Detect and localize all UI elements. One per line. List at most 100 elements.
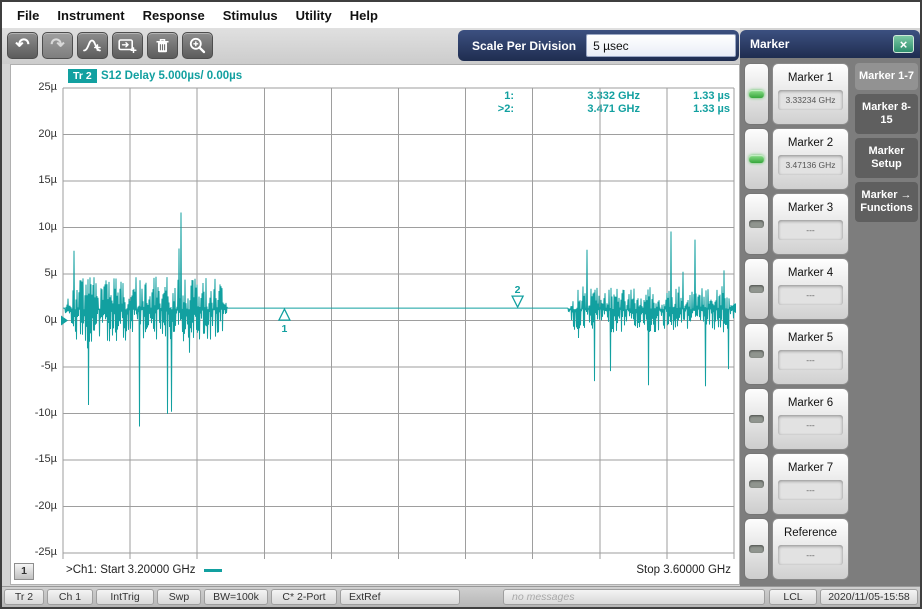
marker-toggle[interactable] <box>744 63 769 125</box>
screen-capture-button[interactable] <box>112 32 143 59</box>
marker-toggle[interactable] <box>744 193 769 255</box>
instrument-window: File Instrument Response Stimulus Utilit… <box>0 0 922 609</box>
marker-button-value: --- <box>778 480 843 500</box>
marker-button-value: 3.47136 GHz <box>778 155 843 175</box>
trace-marker-label: 2 <box>515 284 521 296</box>
add-marker-icon <box>83 38 102 53</box>
menu-bar: File Instrument Response Stimulus Utilit… <box>2 2 920 28</box>
y-axis-label: -5µ <box>11 360 57 372</box>
marker-toggle[interactable] <box>744 323 769 385</box>
led-indicator-icon <box>749 155 764 163</box>
marker-toggle[interactable] <box>744 453 769 515</box>
marker-button-label: Marker 4 <box>788 267 833 279</box>
marker-button-value: --- <box>778 220 843 240</box>
y-axis-label: 0µ <box>11 314 57 326</box>
status-message: no messages <box>503 589 765 605</box>
y-axis-label: -15µ <box>11 453 57 465</box>
trace-marker-2[interactable] <box>512 296 523 307</box>
marker-tabs: Marker 1-7 Marker 8-15 Marker Setup Mark… <box>855 63 918 222</box>
x-axis-ticks <box>63 553 734 559</box>
trace-marker-label: 1 <box>282 323 288 335</box>
marker-panel-title: Marker <box>750 37 789 51</box>
y-axis-label: -25µ <box>11 546 57 558</box>
marker-toggle[interactable] <box>744 388 769 450</box>
y-axis-label: 20µ <box>11 128 57 140</box>
marker-tab-8-15[interactable]: Marker 8-15 <box>855 94 918 134</box>
marker-3-button[interactable]: Marker 3 --- <box>772 193 849 255</box>
marker-tab-functions[interactable]: Marker → Functions <box>855 182 918 222</box>
status-bar: Tr 2 Ch 1 IntTrig Swp BW=100k C* 2-Port … <box>2 586 920 607</box>
marker-2-button[interactable]: Marker 2 3.47136 GHz <box>772 128 849 190</box>
marker-button-value: --- <box>778 545 843 565</box>
menu-stimulus[interactable]: Stimulus <box>214 8 287 23</box>
marker-button-label: Marker 3 <box>788 202 833 214</box>
marker-row: Marker 3 --- <box>744 193 849 255</box>
led-indicator-icon <box>749 220 764 228</box>
status-cal: C* 2-Port <box>271 589 337 605</box>
scale-per-division-bar: Scale Per Division <box>458 30 739 61</box>
status-bandwidth: BW=100k <box>204 589 268 605</box>
status-extref: ExtRef <box>340 589 460 605</box>
close-button[interactable]: × <box>893 35 914 53</box>
marker-panel-body: Marker 1 3.33234 GHz Marker 2 3.47136 GH… <box>740 58 920 586</box>
led-indicator-icon <box>749 285 764 293</box>
marker-row: Marker 6 --- <box>744 388 849 450</box>
marker-toggle[interactable] <box>744 258 769 320</box>
marker-row: Marker 7 --- <box>744 453 849 515</box>
zoom-in-button[interactable] <box>182 32 213 59</box>
redo-button[interactable]: ↷ <box>42 32 73 59</box>
marker-6-button[interactable]: Marker 6 --- <box>772 388 849 450</box>
menu-response[interactable]: Response <box>134 8 214 23</box>
reference-level-arrow-icon <box>61 316 68 326</box>
led-indicator-icon <box>749 350 764 358</box>
menu-help[interactable]: Help <box>341 8 387 23</box>
plot-canvas[interactable]: 12 <box>11 65 739 584</box>
marker-tab-1-7[interactable]: Marker 1-7 <box>855 63 918 90</box>
menu-file[interactable]: File <box>8 8 48 23</box>
marker-4-button[interactable]: Marker 4 --- <box>772 258 849 320</box>
marker-button-label: Marker 6 <box>788 397 833 409</box>
delete-button[interactable] <box>147 32 178 59</box>
marker-button-value: --- <box>778 415 843 435</box>
redo-icon: ↷ <box>50 36 64 53</box>
marker-row: Marker 2 3.47136 GHz <box>744 128 849 190</box>
marker-button-label: Marker 7 <box>788 462 833 474</box>
y-axis-label: -20µ <box>11 500 57 512</box>
reference-marker-button[interactable]: Reference --- <box>772 518 849 580</box>
marker-button-label: Marker 5 <box>788 332 833 344</box>
menu-instrument[interactable]: Instrument <box>48 8 133 23</box>
marker-row: Marker 4 --- <box>744 258 849 320</box>
marker-row: Marker 5 --- <box>744 323 849 385</box>
status-trace: Tr 2 <box>4 589 44 605</box>
toolbar: ↶ ↷ <box>2 28 740 64</box>
y-axis-label: 5µ <box>11 267 57 279</box>
add-marker-button[interactable] <box>77 32 108 59</box>
y-axis-label: 15µ <box>11 174 57 186</box>
marker-button-label: Marker 2 <box>788 137 833 149</box>
marker-panel-header: Marker × <box>740 30 920 58</box>
menu-utility[interactable]: Utility <box>287 8 341 23</box>
marker-panel: Marker × Marker 1 3.33234 GHz Marker 2 <box>740 28 920 586</box>
undo-icon: ↶ <box>15 36 29 53</box>
marker-toggle[interactable] <box>744 128 769 190</box>
marker-row: Marker 1 3.33234 GHz <box>744 63 849 125</box>
y-axis-label: -10µ <box>11 407 57 419</box>
marker-button-label: Marker 1 <box>788 72 833 84</box>
scale-per-division-input[interactable] <box>586 34 736 57</box>
marker-button-value: --- <box>778 350 843 370</box>
marker-toggle[interactable] <box>744 518 769 580</box>
marker-rows: Marker 1 3.33234 GHz Marker 2 3.47136 GH… <box>744 63 849 583</box>
undo-button[interactable]: ↶ <box>7 32 38 59</box>
marker-1-button[interactable]: Marker 1 3.33234 GHz <box>772 63 849 125</box>
status-datetime: 2020/11/05-15:58 <box>820 589 918 605</box>
marker-5-button[interactable]: Marker 5 --- <box>772 323 849 385</box>
marker-tab-setup[interactable]: Marker Setup <box>855 138 918 178</box>
marker-button-value: --- <box>778 285 843 305</box>
toolbar-buttons: ↶ ↷ <box>7 32 213 59</box>
scale-per-division-label: Scale Per Division <box>472 39 576 53</box>
screen-capture-icon <box>118 38 137 53</box>
plot-panel[interactable]: Tr 2 S12 Delay 5.000µs/ 0.00µs 1: 3.332 … <box>10 64 740 585</box>
marker-7-button[interactable]: Marker 7 --- <box>772 453 849 515</box>
trace-marker-1[interactable] <box>279 309 290 320</box>
led-indicator-icon <box>749 545 764 553</box>
